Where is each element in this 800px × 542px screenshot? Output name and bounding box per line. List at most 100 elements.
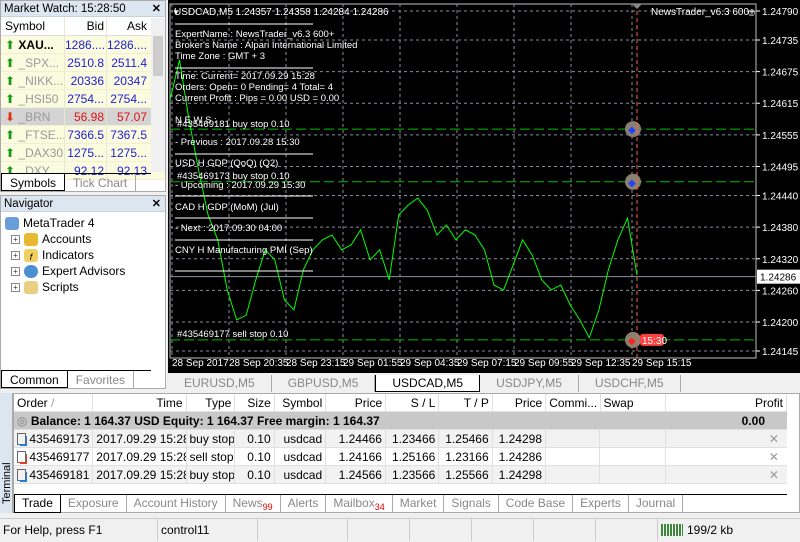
close-icon[interactable]: ✕ <box>152 196 161 212</box>
tree-accounts[interactable]: + Accounts <box>5 231 161 247</box>
terminal-tab[interactable]: Market <box>393 495 445 513</box>
col-order[interactable]: Order / <box>14 394 94 411</box>
terminal-tab[interactable]: Experts <box>573 495 629 513</box>
terminal-tab[interactable]: Signals <box>444 495 499 513</box>
time-tick-label: 29 Sep 07:15 <box>457 358 517 369</box>
info-text: Time Zone : GMT + 3 <box>175 51 265 62</box>
arrow-up-icon: ⬆ <box>5 92 16 106</box>
chart-tab[interactable]: USDJPY,M5 <box>480 375 579 392</box>
pending-order-icon <box>17 451 26 463</box>
bid: 1286.... <box>65 36 107 53</box>
navigator-panel: Navigator ✕ MetaTrader 4 + Accounts + f Indi… <box>0 195 166 389</box>
table-row[interactable]: 435469177 2017.09.29 15:28:00 sell stop … <box>14 448 787 466</box>
expand-icon[interactable]: + <box>11 250 20 260</box>
tab-common[interactable]: Common <box>1 371 68 388</box>
price-tick-label: 1.24615 <box>762 99 799 110</box>
col-header[interactable]: Profit <box>666 394 787 411</box>
arrow-up-icon: ⬆ <box>5 128 16 142</box>
symbol-row[interactable]: ⬆ XAU... 1286.... 1286.... <box>1 36 165 54</box>
chart-tab[interactable]: USDCHF,M5 <box>579 375 681 392</box>
terminal-tab[interactable]: News99 <box>226 495 281 513</box>
bid: 2510.8 <box>65 54 107 71</box>
tab-symbols[interactable]: Symbols <box>1 174 66 191</box>
tree-root[interactable]: MetaTrader 4 <box>5 215 161 231</box>
terminal-tab[interactable]: Alerts <box>281 495 327 513</box>
time-tick-label: 29 Sep 12:35 <box>571 358 631 369</box>
col-bid[interactable]: Bid <box>65 17 107 35</box>
tab-favorites[interactable]: Favorites <box>68 371 135 388</box>
chart-tab[interactable]: GBPUSD,M5 <box>272 375 376 392</box>
price-chart[interactable]: 1.24790 1.24735 1.24675 1.24615 1.24555 1.244… <box>168 0 800 373</box>
chart-tab[interactable]: EURUSD,M5 <box>168 375 272 392</box>
scrollbar[interactable] <box>151 18 165 172</box>
delete-order-icon[interactable]: ✕ <box>666 430 787 447</box>
expand-icon[interactable]: + <box>11 234 20 244</box>
tree-indicators[interactable]: + f Indicators <box>5 247 161 263</box>
buy-arrow-icon: ◆ <box>628 178 636 189</box>
info-text: ExpertName : NewsTrader_v6.3 600+ <box>175 29 335 40</box>
current-price-label: 1.24286 <box>760 273 797 284</box>
symbol-row[interactable]: ⬆ _DAX30 1275... 1275... <box>1 144 165 162</box>
tab-tick-chart[interactable]: Tick Chart <box>65 174 137 191</box>
terminal-tab[interactable]: Journal <box>629 495 684 513</box>
script-icon <box>24 280 38 294</box>
info-text: Broker's Name : Alpari International Lim… <box>175 40 357 51</box>
tree-expert-advisors[interactable]: + Expert Advisors <box>5 263 161 279</box>
time-tick-label: 29 Sep 04:35 <box>400 358 460 369</box>
expert-label: NewsTrader_v6.3 600+ <box>651 7 755 18</box>
table-row[interactable]: 435469173 2017.09.29 15:28:00 buy stop 0… <box>14 430 787 448</box>
arrow-up-icon: ⬆ <box>5 56 16 70</box>
chart-canvas[interactable]: 1.24790 1.24735 1.24675 1.24615 1.24555 1.244… <box>168 0 800 373</box>
price-tick-label: 1.24555 <box>762 131 799 142</box>
symbol-row[interactable]: ⬆ _FTSE... 7366.5 7367.5 <box>1 126 165 144</box>
col-header[interactable]: Commi... <box>546 394 601 411</box>
ask: 1275... <box>110 146 147 160</box>
order-label: #435469181 buy stop 0.10 <box>177 119 290 130</box>
connection-icon <box>661 524 683 536</box>
close-icon[interactable]: ✕ <box>152 1 161 17</box>
terminal-tab[interactable]: Account History <box>127 495 226 513</box>
col-header[interactable]: Price <box>326 394 387 411</box>
pending-order-icon <box>17 433 26 445</box>
terminal-tab[interactable]: Trade <box>14 495 61 513</box>
symbol-name: XAU... <box>18 38 54 52</box>
symbol-row[interactable]: ⬇ _BRN 56.98 57.07 <box>1 108 165 126</box>
ask: 2511.4 <box>111 56 147 70</box>
col-header[interactable]: Price <box>493 394 547 411</box>
delete-order-icon[interactable]: ✕ <box>666 448 787 465</box>
symbol-row[interactable]: ⬆ _HSI50 2754... 2754... <box>1 90 165 108</box>
time-tick-label: 29 Sep 01:55 <box>343 358 403 369</box>
status-profile[interactable]: control11 <box>158 519 258 541</box>
col-header[interactable]: Size <box>235 394 275 411</box>
col-symbol[interactable]: Symbol <box>1 17 65 35</box>
chart-tab[interactable]: USDCAD,M5 <box>375 375 481 392</box>
delete-order-icon[interactable]: ✕ <box>666 466 787 483</box>
ask: 7367.5 <box>110 128 147 142</box>
accounts-icon <box>24 232 38 246</box>
info-text: - Next : 2017.09.30 04:00 <box>175 223 282 234</box>
expand-icon[interactable]: + <box>11 266 20 276</box>
col-header[interactable]: Swap <box>601 394 666 411</box>
expand-icon[interactable]: + <box>11 282 20 292</box>
terminal-tab[interactable]: Exposure <box>61 495 127 513</box>
terminal-tab[interactable]: Mailbox34 <box>326 495 393 513</box>
terminal-panel: Order / Time Type Size Symbol Price S / LT / P… <box>13 393 800 513</box>
symbol-name: _BRN <box>18 110 51 124</box>
ask: 57.07 <box>116 110 147 124</box>
symbol-name: _FTSE... <box>18 128 65 142</box>
tree-scripts[interactable]: + Scripts <box>5 279 161 295</box>
symbol-row[interactable]: ⬆ _SPX... 2510.8 2511.4 <box>1 54 165 72</box>
col-header[interactable]: S / L <box>386 394 440 411</box>
col-header[interactable]: T / P <box>439 394 493 411</box>
time-tick-label: 29 Sep 09:55 <box>514 358 574 369</box>
bid: 7366.5 <box>65 126 107 143</box>
table-row[interactable]: 435469181 2017.09.29 15:28:01 buy stop 0… <box>14 466 787 484</box>
col-header[interactable]: Time <box>93 394 187 411</box>
col-header[interactable]: Type <box>187 394 236 411</box>
info-text: Time: Current= 2017.09.29 15:28 <box>175 71 315 82</box>
terminal-tab[interactable]: Code Base <box>499 495 574 513</box>
col-header[interactable]: Symbol <box>275 394 327 411</box>
status-bar: For Help, press F1 control11 199/2 kb <box>0 518 800 541</box>
symbol-row[interactable]: ⬆ _NIKK... 20336 20347 <box>1 72 165 90</box>
col-ask[interactable]: Ask <box>107 17 149 35</box>
